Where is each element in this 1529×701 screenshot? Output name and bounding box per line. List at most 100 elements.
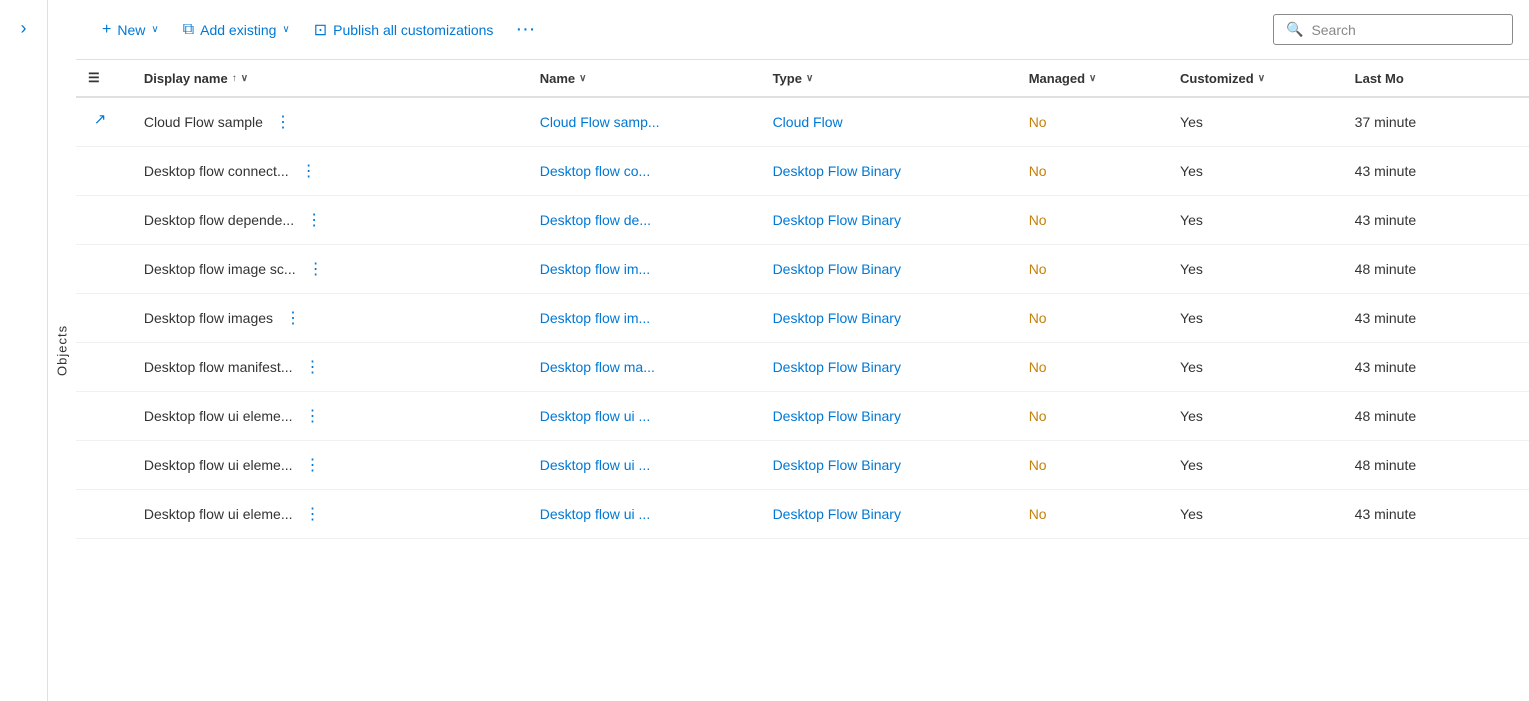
name-cell: Desktop flow ma... (528, 343, 761, 392)
row-icon-cell (76, 245, 124, 269)
display-name-text: Cloud Flow sample (144, 114, 263, 130)
publish-button[interactable]: ⊡ Publish all customizations (304, 14, 504, 46)
publish-icon: ⊡ (314, 20, 327, 40)
last-modified-text: 48 minute (1355, 457, 1416, 473)
col-header-name[interactable]: Name ∨ (528, 60, 761, 97)
customized-text: Yes (1180, 163, 1203, 179)
last-modified-text: 43 minute (1355, 506, 1416, 522)
table-header-row: ☰ Display name ↑ ∨ Name (76, 60, 1529, 97)
row-context-menu-button[interactable]: ⋮ (300, 208, 328, 232)
display-name-cell: Desktop flow ui eleme... ⋮ (132, 490, 528, 539)
search-box[interactable]: 🔍 Search (1273, 14, 1513, 45)
managed-text: No (1029, 310, 1047, 326)
display-name-text: Desktop flow connect... (144, 163, 289, 179)
table-row: Desktop flow ui eleme... ⋮ Desktop flow … (76, 490, 1529, 539)
last-modified-cell: 43 minute (1343, 294, 1529, 343)
type-cell: Desktop Flow Binary (761, 196, 1017, 245)
table-row: ↗ Cloud Flow sample ⋮ Cloud Flow samp...… (76, 97, 1529, 147)
customized-cell: Yes (1168, 490, 1343, 539)
display-name-text: Desktop flow manifest... (144, 359, 293, 375)
type-text: Desktop Flow Binary (773, 408, 901, 424)
table-area: ☰ Display name ↑ ∨ Name (76, 60, 1529, 701)
col-header-lastmod[interactable]: Last Mo (1343, 60, 1529, 97)
type-text: Desktop Flow Binary (773, 261, 901, 277)
add-existing-icon: ⧉ (183, 21, 194, 39)
display-name-cell: Desktop flow image sc... ⋮ (132, 245, 528, 294)
customized-chevron-icon: ∨ (1258, 73, 1265, 84)
last-modified-text: 43 minute (1355, 163, 1416, 179)
new-label: New (117, 22, 145, 38)
publish-label: Publish all customizations (333, 22, 493, 38)
type-cell: Desktop Flow Binary (761, 343, 1017, 392)
row-context-menu-button[interactable]: ⋮ (269, 110, 297, 134)
name-cell: Desktop flow de... (528, 196, 761, 245)
sidebar-toggle[interactable]: › (0, 0, 48, 701)
col-header-display-name[interactable]: Display name ↑ ∨ (132, 60, 528, 97)
table-row: Desktop flow images ⋮ Desktop flow im...… (76, 294, 1529, 343)
type-text: Desktop Flow Binary (773, 359, 901, 375)
name-text: Desktop flow co... (540, 163, 651, 179)
customized-cell: Yes (1168, 97, 1343, 147)
table-row: Desktop flow ui eleme... ⋮ Desktop flow … (76, 392, 1529, 441)
row-context-menu-button[interactable]: ⋮ (299, 502, 327, 526)
col-header-type[interactable]: Type ∨ (761, 60, 1017, 97)
row-icon-cell (76, 147, 124, 171)
display-name-text: Desktop flow ui eleme... (144, 457, 293, 473)
type-text: Cloud Flow (773, 114, 843, 130)
name-text: Desktop flow ui ... (540, 506, 651, 522)
type-text: Desktop Flow Binary (773, 457, 901, 473)
display-name-text: Desktop flow image sc... (144, 261, 296, 277)
last-modified-cell: 48 minute (1343, 392, 1529, 441)
managed-text: No (1029, 457, 1047, 473)
type-text: Desktop Flow Binary (773, 212, 901, 228)
last-modified-text: 43 minute (1355, 310, 1416, 326)
last-modified-cell: 48 minute (1343, 245, 1529, 294)
display-name-cell: Desktop flow manifest... ⋮ (132, 343, 528, 392)
customized-text: Yes (1180, 261, 1203, 277)
col-customized-label: Customized (1180, 71, 1254, 86)
name-text: Desktop flow de... (540, 212, 651, 228)
managed-text: No (1029, 212, 1047, 228)
row-icon-cell (76, 196, 124, 220)
new-chevron-icon: ∨ (151, 24, 158, 35)
col-header-customized[interactable]: Customized ∨ (1168, 60, 1343, 97)
col-header-icon[interactable]: ☰ (76, 60, 132, 97)
row-context-menu-button[interactable]: ⋮ (295, 159, 323, 183)
type-cell: Desktop Flow Binary (761, 392, 1017, 441)
more-options-button[interactable]: ··· (507, 14, 543, 45)
managed-cell: No (1017, 441, 1168, 490)
col-managed-label: Managed (1029, 71, 1085, 86)
list-view-icon: ☰ (88, 70, 100, 85)
table-row: Desktop flow image sc... ⋮ Desktop flow … (76, 245, 1529, 294)
display-name-text: Desktop flow depende... (144, 212, 294, 228)
managed-cell: No (1017, 196, 1168, 245)
customized-text: Yes (1180, 212, 1203, 228)
row-context-menu-button[interactable]: ⋮ (302, 257, 330, 281)
row-context-menu-button[interactable]: ⋮ (299, 404, 327, 428)
customized-cell: Yes (1168, 294, 1343, 343)
table-body: ↗ Cloud Flow sample ⋮ Cloud Flow samp...… (76, 97, 1529, 539)
new-button[interactable]: + New ∨ (92, 15, 169, 45)
new-plus-icon: + (102, 21, 111, 39)
col-display-name-label: Display name (144, 71, 228, 86)
row-context-menu-button[interactable]: ⋮ (299, 453, 327, 477)
table-row: Desktop flow depende... ⋮ Desktop flow d… (76, 196, 1529, 245)
display-name-text: Desktop flow images (144, 310, 273, 326)
last-modified-text: 43 minute (1355, 359, 1416, 375)
name-chevron-icon: ∨ (579, 73, 586, 84)
display-name-cell: Desktop flow depende... ⋮ (132, 196, 528, 245)
last-modified-text: 48 minute (1355, 261, 1416, 277)
objects-label: Objects (48, 0, 76, 701)
row-context-menu-button[interactable]: ⋮ (279, 306, 307, 330)
managed-cell: No (1017, 245, 1168, 294)
col-header-managed[interactable]: Managed ∨ (1017, 60, 1168, 97)
display-name-cell: Cloud Flow sample ⋮ (132, 97, 528, 147)
row-context-menu-button[interactable]: ⋮ (299, 355, 327, 379)
type-text: Desktop Flow Binary (773, 310, 901, 326)
add-existing-button[interactable]: ⧉ Add existing ∨ (173, 15, 300, 45)
expand-icon[interactable]: › (21, 18, 27, 39)
customized-text: Yes (1180, 457, 1203, 473)
row-icon-cell (76, 392, 124, 416)
managed-cell: No (1017, 294, 1168, 343)
last-modified-text: 48 minute (1355, 408, 1416, 424)
